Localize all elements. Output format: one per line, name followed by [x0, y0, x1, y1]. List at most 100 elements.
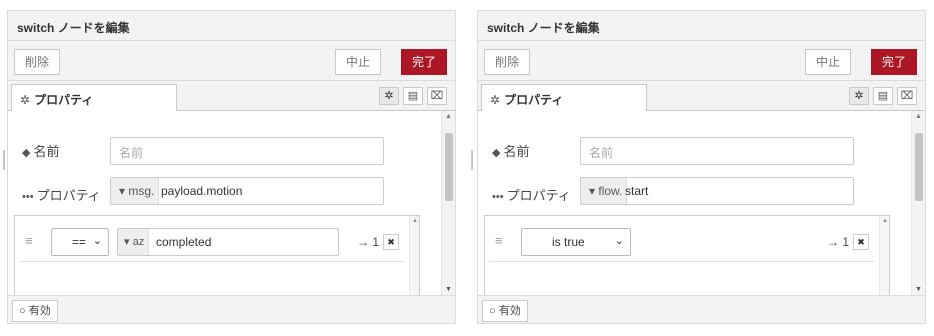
dialog-toolbar: 削除 中止 完了 [8, 41, 455, 81]
description-icon: ▤ [407, 90, 419, 102]
name-row-label: ◆ 名前 [492, 141, 529, 160]
property-typed-input[interactable]: ▾ msg. payload.motion [110, 177, 384, 205]
scroll-up-icon[interactable]: ▲ [445, 113, 452, 120]
edit-dialog-left: switch ノードを編集 削除 中止 完了 ✲ プロパティ ✲ ▤ ⌧ ◆ 名前 … [7, 10, 456, 324]
properties-body: ◆ 名前 名前 ••• プロパティ ▾ msg. payload.motion ≡ … [8, 111, 441, 295]
gear-icon: ✲ [384, 90, 394, 102]
dialog-footer: ○ 有効 [8, 295, 455, 323]
scroll-up-icon[interactable]: ▲ [882, 218, 888, 224]
cancel-button[interactable]: 中止 [804, 49, 851, 75]
delete-button[interactable]: 削除 [484, 49, 531, 75]
caret-down-icon: ▾ [119, 184, 126, 198]
rule-value-input[interactable]: ▾ az completed [117, 228, 339, 256]
rules-list: ≡ is true ⌄ → 1 ✖ ▲ [484, 215, 890, 295]
appearance-tab-button[interactable]: ⌧ [427, 87, 447, 105]
ellipsis-icon: ••• [492, 191, 504, 203]
tag-icon: ◆ [492, 147, 501, 159]
name-placeholder: 名前 [119, 146, 144, 160]
appearance-tab-button[interactable]: ⌧ [897, 87, 917, 105]
rule-row: ≡ == ⌄ ▾ az completed → 1 ✖ [19, 222, 405, 262]
scroll-thumb[interactable] [445, 133, 453, 201]
done-button[interactable]: 完了 [870, 49, 917, 75]
property-type-select[interactable]: ▾ flow. [581, 178, 628, 204]
chevron-down-icon: ⌄ [614, 235, 624, 247]
scroll-down-icon[interactable]: ▼ [445, 286, 452, 293]
delete-button[interactable]: 削除 [14, 49, 61, 75]
tab-bar: ✲ プロパティ ✲ ▤ ⌧ [8, 81, 455, 112]
rule-row: ≡ is true ⌄ → 1 ✖ [489, 222, 875, 262]
rule-value: completed [156, 235, 212, 249]
enabled-label: 有効 [28, 305, 51, 317]
name-label: 名前 [503, 144, 530, 159]
drag-handle-icon[interactable]: ≡ [25, 233, 33, 248]
dialog-toolbar: 削除 中止 完了 [478, 41, 925, 81]
resize-handle[interactable] [3, 150, 5, 170]
scroll-up-icon[interactable]: ▲ [412, 218, 418, 224]
dialog-header: switch ノードを編集 [8, 11, 455, 41]
description-tab-button[interactable]: ▤ [403, 87, 423, 105]
gear-icon: ✲ [20, 93, 31, 107]
property-label: プロパティ [506, 188, 571, 203]
tab-label: プロパティ [504, 93, 564, 107]
enabled-toggle[interactable]: ○ 有効 [12, 300, 58, 322]
gear-icon: ✲ [490, 93, 501, 107]
enabled-toggle[interactable]: ○ 有効 [482, 300, 528, 322]
operator-value: == [72, 235, 87, 249]
settings-tab-button[interactable]: ✲ [849, 87, 869, 105]
property-value: payload.motion [161, 184, 243, 198]
resize-handle[interactable] [471, 150, 473, 170]
scroll-up-icon[interactable]: ▲ [915, 113, 922, 120]
enabled-label: 有効 [498, 305, 521, 317]
settings-tab-button[interactable]: ✲ [379, 87, 399, 105]
scroll-down-icon[interactable]: ▼ [915, 286, 922, 293]
dialog-footer: ○ 有効 [478, 295, 925, 323]
dialog-title: switch ノードを編集 [17, 21, 130, 35]
dialog-scrollbar[interactable]: ▲ ▼ [911, 111, 925, 295]
appearance-icon: ⌧ [900, 90, 914, 102]
edit-dialog-right: switch ノードを編集 削除 中止 完了 ✲ プロパティ ✲ ▤ ⌧ ◆ 名前 … [477, 10, 926, 324]
property-typed-input[interactable]: ▾ flow. start [580, 177, 854, 205]
drag-handle-icon[interactable]: ≡ [495, 233, 503, 248]
property-type-label: flow. [598, 184, 623, 198]
name-input[interactable]: 名前 [110, 137, 384, 165]
rules-list: ≡ == ⌄ ▾ az completed → 1 ✖ ▲ [14, 215, 420, 295]
remove-rule-button[interactable]: ✖ [853, 234, 869, 250]
property-type-select[interactable]: ▾ msg. [111, 178, 160, 204]
done-button[interactable]: 完了 [400, 49, 447, 75]
cancel-button[interactable]: 中止 [334, 49, 381, 75]
rules-scrollbar[interactable]: ▲ [879, 216, 889, 295]
description-tab-button[interactable]: ▤ [873, 87, 893, 105]
name-input[interactable]: 名前 [580, 137, 854, 165]
appearance-icon: ⌧ [430, 90, 444, 102]
gear-icon: ✲ [854, 90, 864, 102]
tab-properties[interactable]: ✲ プロパティ [11, 84, 177, 112]
property-value: start [625, 184, 649, 198]
operator-select[interactable]: == ⌄ [51, 228, 109, 256]
close-icon: ✖ [857, 237, 865, 247]
rules-scrollbar[interactable]: ▲ [409, 216, 419, 295]
remove-rule-button[interactable]: ✖ [383, 234, 399, 250]
tab-bar: ✲ プロパティ ✲ ▤ ⌧ [478, 81, 925, 112]
description-icon: ▤ [877, 90, 889, 102]
circle-icon: ○ [489, 305, 496, 317]
caret-down-icon: ▾ [589, 184, 596, 198]
string-type-icon: az [132, 236, 145, 248]
property-label: プロパティ [36, 188, 101, 203]
dialog-title: switch ノードを編集 [487, 21, 600, 35]
name-row-label: ◆ 名前 [22, 141, 59, 160]
caret-down-icon: ▾ [124, 236, 130, 248]
name-placeholder: 名前 [589, 146, 614, 160]
dialog-scrollbar[interactable]: ▲ ▼ [441, 111, 455, 295]
tag-icon: ◆ [22, 147, 31, 159]
value-type-select[interactable]: ▾ az [118, 229, 150, 255]
ellipsis-icon: ••• [22, 191, 34, 203]
scroll-thumb[interactable] [915, 133, 923, 201]
property-row-label: ••• プロパティ [22, 185, 101, 204]
operator-select[interactable]: is true ⌄ [521, 228, 631, 256]
tab-properties[interactable]: ✲ プロパティ [481, 84, 647, 112]
name-label: 名前 [33, 144, 60, 159]
chevron-down-icon: ⌄ [92, 235, 102, 247]
output-port-label: → 1 [827, 235, 850, 249]
properties-body: ◆ 名前 名前 ••• プロパティ ▾ flow. start ≡ is true … [478, 111, 911, 295]
circle-icon: ○ [19, 305, 26, 317]
